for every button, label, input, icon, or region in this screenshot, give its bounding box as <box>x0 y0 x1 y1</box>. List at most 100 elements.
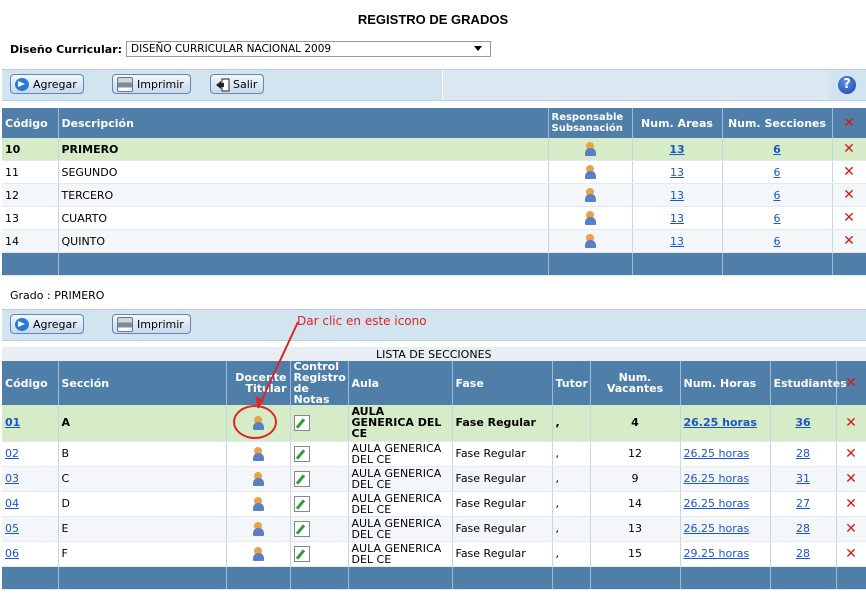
section-students-link[interactable]: 28 <box>796 547 810 560</box>
table-row[interactable]: 11 SEGUNDO 13 6 ✕ <box>2 160 866 184</box>
add-section-label: Agregar <box>33 317 77 331</box>
person-icon[interactable] <box>583 165 597 179</box>
section-fase: Fase Regular <box>452 541 553 567</box>
delete-icon[interactable]: ✕ <box>836 441 866 467</box>
table-row[interactable]: 10 PRIMERO 13 6 ✕ <box>2 138 866 161</box>
person-icon[interactable] <box>583 211 597 225</box>
col-tutor[interactable]: Tutor <box>552 361 591 405</box>
section-fase: Fase Regular <box>452 405 553 442</box>
section-horas-link[interactable]: 26.25 horas <box>684 447 750 460</box>
col-codigo[interactable]: Código <box>2 361 59 405</box>
edit-notes-icon[interactable] <box>293 445 310 462</box>
add-section-button[interactable]: Agregar <box>10 314 84 334</box>
num-areas-link[interactable]: 13 <box>669 143 684 156</box>
num-areas-link[interactable]: 13 <box>670 166 684 179</box>
col-horas[interactable]: Num. Horas <box>680 361 771 405</box>
delete-icon[interactable]: ✕ <box>832 229 866 253</box>
section-horas-link[interactable]: 26.25 horas <box>684 497 750 510</box>
section-code-link[interactable]: 04 <box>5 497 19 510</box>
annotation-circle <box>233 405 277 439</box>
section-code-link[interactable]: 05 <box>5 522 19 535</box>
table-row[interactable]: 03 C AULA GENERICA DEL CE Fase Regular ,… <box>2 466 866 492</box>
delete-icon[interactable]: ✕ <box>832 183 866 207</box>
col-vacantes[interactable]: Num. Vacantes <box>590 361 681 405</box>
add-grade-button[interactable]: Agregar <box>10 74 84 94</box>
num-areas-link[interactable]: 13 <box>670 235 684 248</box>
delete-icon[interactable]: ✕ <box>832 138 866 161</box>
delete-icon[interactable]: ✕ <box>836 516 866 542</box>
section-students-link[interactable]: 28 <box>796 522 810 535</box>
exit-button[interactable]: Salir <box>210 74 265 94</box>
col-seccion[interactable]: Sección <box>58 361 227 405</box>
edit-notes-icon[interactable] <box>293 545 310 562</box>
table-row[interactable]: 05 E AULA GENERICA DEL CE Fase Regular ,… <box>2 516 866 542</box>
table-footer <box>2 252 866 276</box>
table-row[interactable]: 02 B AULA GENERICA DEL CE Fase Regular ,… <box>2 441 866 467</box>
num-areas-link[interactable]: 13 <box>670 189 684 202</box>
table-row[interactable]: 14 QUINTO 13 6 ✕ <box>2 229 866 253</box>
section-code-link[interactable]: 03 <box>5 472 19 485</box>
grades-toolbar: Agregar Imprimir Salir ? <box>2 69 866 101</box>
person-icon[interactable] <box>251 521 265 536</box>
num-areas-link[interactable]: 13 <box>670 212 684 225</box>
delete-icon[interactable]: ✕ <box>836 466 866 492</box>
col-num-areas[interactable]: Num. Areas <box>632 108 723 138</box>
help-icon[interactable]: ? <box>838 76 856 94</box>
edit-notes-icon[interactable] <box>293 495 310 512</box>
person-icon[interactable] <box>251 546 265 561</box>
section-name: E <box>58 516 227 542</box>
person-icon[interactable] <box>251 471 265 486</box>
col-descripcion[interactable]: Descripción <box>58 108 549 138</box>
grade-code: 11 <box>2 160 59 184</box>
num-secciones-link[interactable]: 6 <box>773 143 781 156</box>
col-fase[interactable]: Fase <box>452 361 553 405</box>
delete-icon[interactable]: ✕ <box>832 206 866 230</box>
print-grades-button[interactable]: Imprimir <box>112 74 191 94</box>
person-icon[interactable] <box>583 234 597 248</box>
delete-icon[interactable]: ✕ <box>836 541 866 567</box>
num-secciones-link[interactable]: 6 <box>774 212 781 225</box>
person-icon[interactable] <box>251 496 265 511</box>
table-row[interactable]: 06 F AULA GENERICA DEL CE Fase Regular ,… <box>2 541 866 567</box>
section-students-link[interactable]: 31 <box>796 472 810 485</box>
section-name: A <box>58 405 227 442</box>
col-codigo[interactable]: Código <box>2 108 59 138</box>
section-students-link[interactable]: 27 <box>796 497 810 510</box>
delete-all-icon[interactable]: ✕ <box>832 108 866 138</box>
section-code-link[interactable]: 02 <box>5 447 19 460</box>
section-horas-link[interactable]: 26.25 horas <box>684 472 750 485</box>
printer-icon <box>117 316 133 332</box>
section-horas-link[interactable]: 26.25 horas <box>684 416 757 429</box>
table-row[interactable]: 12 TERCERO 13 6 ✕ <box>2 183 866 207</box>
num-secciones-link[interactable]: 6 <box>774 166 781 179</box>
section-vacantes: 12 <box>590 441 681 467</box>
edit-notes-icon[interactable] <box>293 520 310 537</box>
section-aula: AULA GENERICA DEL CE <box>348 466 453 492</box>
section-horas-link[interactable]: 26.25 horas <box>684 522 750 535</box>
num-secciones-link[interactable]: 6 <box>774 235 781 248</box>
sections-table: LISTA DE SECCIONES Código Sección Docent… <box>2 347 866 590</box>
person-icon[interactable] <box>583 188 597 202</box>
curriculum-select[interactable]: DISEÑO CURRICULAR NACIONAL 2009 <box>126 41 492 57</box>
person-icon[interactable] <box>583 142 597 156</box>
section-horas-link[interactable]: 29.25 horas <box>684 547 750 560</box>
table-row[interactable]: 13 CUARTO 13 6 ✕ <box>2 206 866 230</box>
table-row[interactable]: 01 A AULA GENERICA DEL CE Fase Regular ,… <box>2 405 866 442</box>
section-code-link[interactable]: 01 <box>5 416 20 429</box>
person-icon[interactable] <box>251 446 265 461</box>
section-code-link[interactable]: 06 <box>5 547 19 560</box>
delete-icon[interactable]: ✕ <box>836 405 866 442</box>
col-estudiantes[interactable]: Estudiantes <box>770 361 847 405</box>
delete-icon[interactable]: ✕ <box>832 160 866 184</box>
print-sections-button[interactable]: Imprimir <box>112 314 191 334</box>
delete-icon[interactable]: ✕ <box>836 491 866 517</box>
table-row[interactable]: 04 D AULA GENERICA DEL CE Fase Regular ,… <box>2 491 866 517</box>
section-students-link[interactable]: 28 <box>796 447 810 460</box>
num-secciones-link[interactable]: 6 <box>774 189 781 202</box>
grades-table: Código Descripción Responsable Subsanaci… <box>2 108 866 276</box>
col-num-secciones[interactable]: Num. Secciones <box>722 108 833 138</box>
col-responsable: Responsable Subsanación <box>548 108 633 138</box>
section-students-link[interactable]: 36 <box>795 416 810 429</box>
section-tutor: , <box>552 441 591 467</box>
edit-notes-icon[interactable] <box>293 470 310 487</box>
